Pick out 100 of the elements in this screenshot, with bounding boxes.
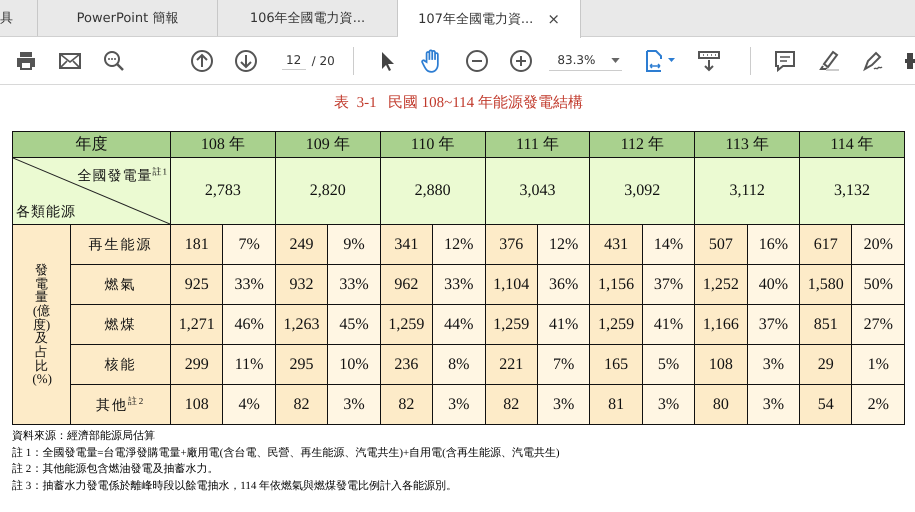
table-cell: 3% [747, 384, 800, 424]
fit-page-icon[interactable] [644, 48, 676, 72]
footnote: 註 2：其他能源包含燃油發電及抽蓄水力。 [12, 462, 220, 477]
table-cell: 11% [222, 344, 276, 384]
table-cell: 12% [537, 224, 590, 264]
table-cell: 82 [275, 384, 328, 424]
table-cell: 1% [852, 344, 904, 384]
close-tab-button[interactable]: × [547, 10, 560, 28]
table-cell: 3% [537, 384, 590, 424]
comment-icon[interactable] [773, 48, 797, 72]
footnote: 註 1：全國發電量=台電淨發購電量+廠用電(含台電、民營、再生能源、汽電共生)+自用電(含再生能源、汽電共生) [12, 446, 561, 460]
zoom-out-icon[interactable] [465, 48, 490, 72]
zoom-dropdown[interactable]: 83.3% [549, 50, 622, 71]
table-cell: 925 [170, 264, 223, 304]
table-cell: 1,104 [485, 264, 538, 304]
table-cell: 40% [747, 264, 800, 304]
table-cell: 45% [328, 304, 380, 344]
table-cell: 1,259 [380, 304, 433, 344]
table-cell: 33% [432, 264, 486, 304]
table-cell: 7% [537, 344, 590, 384]
table-cell: 221 [485, 344, 538, 384]
table-header-cell: 112 年 [590, 132, 695, 158]
table-cell: 617 [800, 224, 852, 264]
table-cell: 295 [275, 344, 328, 384]
table-cell: 4% [222, 384, 276, 424]
table-cell: 851 [800, 304, 852, 344]
row-header-cell: 核能 [70, 344, 170, 384]
table-cell: 962 [380, 264, 433, 304]
table-cell: 3% [747, 344, 800, 384]
footnote: 註 3：抽蓄水力發電係於離峰時段以餘電抽水，114 年依燃氣與燃煤發電比例計入各能源別。 [12, 478, 458, 494]
table-cell: 33% [328, 264, 380, 304]
table-cell: 3% [432, 384, 486, 424]
table-cell: 165 [590, 344, 642, 384]
table-cell: 80 [694, 384, 748, 424]
table-cell: 12% [432, 224, 486, 264]
document-tab[interactable]: 107年全國電力資... × [398, 0, 581, 38]
arrow-up-icon[interactable] [190, 48, 214, 72]
table-cell: 16% [747, 224, 800, 264]
table-cell: 108 [694, 344, 748, 384]
table-cell: 3,132 [800, 158, 904, 224]
table-cell: 3,043 [485, 158, 590, 224]
table-cell: 8% [432, 344, 486, 384]
table-cell: 1,259 [485, 304, 538, 344]
table-title: 表 3-1 民國 108~114 年能源發電結構 [333, 94, 584, 113]
table-cell: 10% [328, 344, 380, 384]
table-cell: 249 [275, 224, 328, 264]
table-cell: 36% [537, 264, 590, 304]
table-cell: 3% [328, 384, 380, 424]
table-cell: 41% [537, 304, 590, 344]
table-header-cell: 年度 [12, 132, 170, 158]
table-header-cell: 114 年 [800, 132, 904, 158]
table-cell: 54 [800, 384, 852, 424]
table-cell: 50% [852, 264, 904, 304]
table-cell: 5% [642, 344, 695, 384]
table-cell: 9% [328, 224, 380, 264]
footnote: 資料來源：經濟部能源局估算 [12, 428, 156, 444]
table-cell: 1,263 [275, 304, 328, 344]
row-header-cell: 再生能源 [70, 224, 170, 264]
table-cell: 1,166 [694, 304, 748, 344]
column-header-label: 各類能源 [16, 204, 76, 220]
highlighter-icon[interactable] [817, 48, 841, 72]
table-header-cell: 108 年 [170, 132, 276, 158]
table-cell: 37% [642, 264, 695, 304]
document-tab[interactable]: PowerPoint 簡報 [38, 0, 218, 36]
table-cell: 181 [170, 224, 223, 264]
table-cell: 932 [275, 264, 328, 304]
table-cell: 33% [222, 264, 276, 304]
table-cell: 2,820 [275, 158, 380, 224]
side-label: 發電量(億度)及占比(%) [32, 263, 51, 386]
table-cell: 341 [380, 224, 433, 264]
document-tab[interactable]: 具 [0, 0, 38, 36]
table-cell: 41% [642, 304, 695, 344]
table-cell: 20% [852, 224, 904, 264]
table-cell: 2,783 [170, 158, 276, 224]
table-header-cell: 110 年 [380, 132, 486, 158]
table-cell: 29 [800, 344, 852, 384]
table-header-cell: 113 年 [694, 132, 800, 158]
table-cell: 2,880 [380, 158, 486, 224]
table-cell: 2% [852, 384, 904, 424]
table-cell: 1,252 [694, 264, 748, 304]
arrow-down-icon[interactable] [234, 48, 258, 72]
table-cell: 3,092 [590, 158, 695, 224]
row-header-label: 全國發電量$^{註1}$ [78, 168, 168, 184]
search-icon[interactable] [102, 48, 126, 72]
caret-icon [611, 58, 620, 62]
table-cell: 82 [380, 384, 433, 424]
table-cell: 81 [590, 384, 642, 424]
zoom-in-icon[interactable] [509, 48, 534, 72]
table-cell: 507 [694, 224, 748, 264]
scroll-mode-icon[interactable] [696, 48, 722, 72]
row-header-cell: 燃煤 [70, 304, 170, 344]
table-cell: 7% [222, 224, 276, 264]
table-cell: 1,259 [590, 304, 642, 344]
table-cell: 3% [642, 384, 695, 424]
table-cell: 1,271 [170, 304, 223, 344]
table-cell: 236 [380, 344, 433, 384]
table-header-cell: 111 年 [485, 132, 590, 158]
table-cell: 431 [590, 224, 642, 264]
row-header-cell: 其他$^{註2}$ [70, 384, 170, 424]
table-cell: 376 [485, 224, 538, 264]
